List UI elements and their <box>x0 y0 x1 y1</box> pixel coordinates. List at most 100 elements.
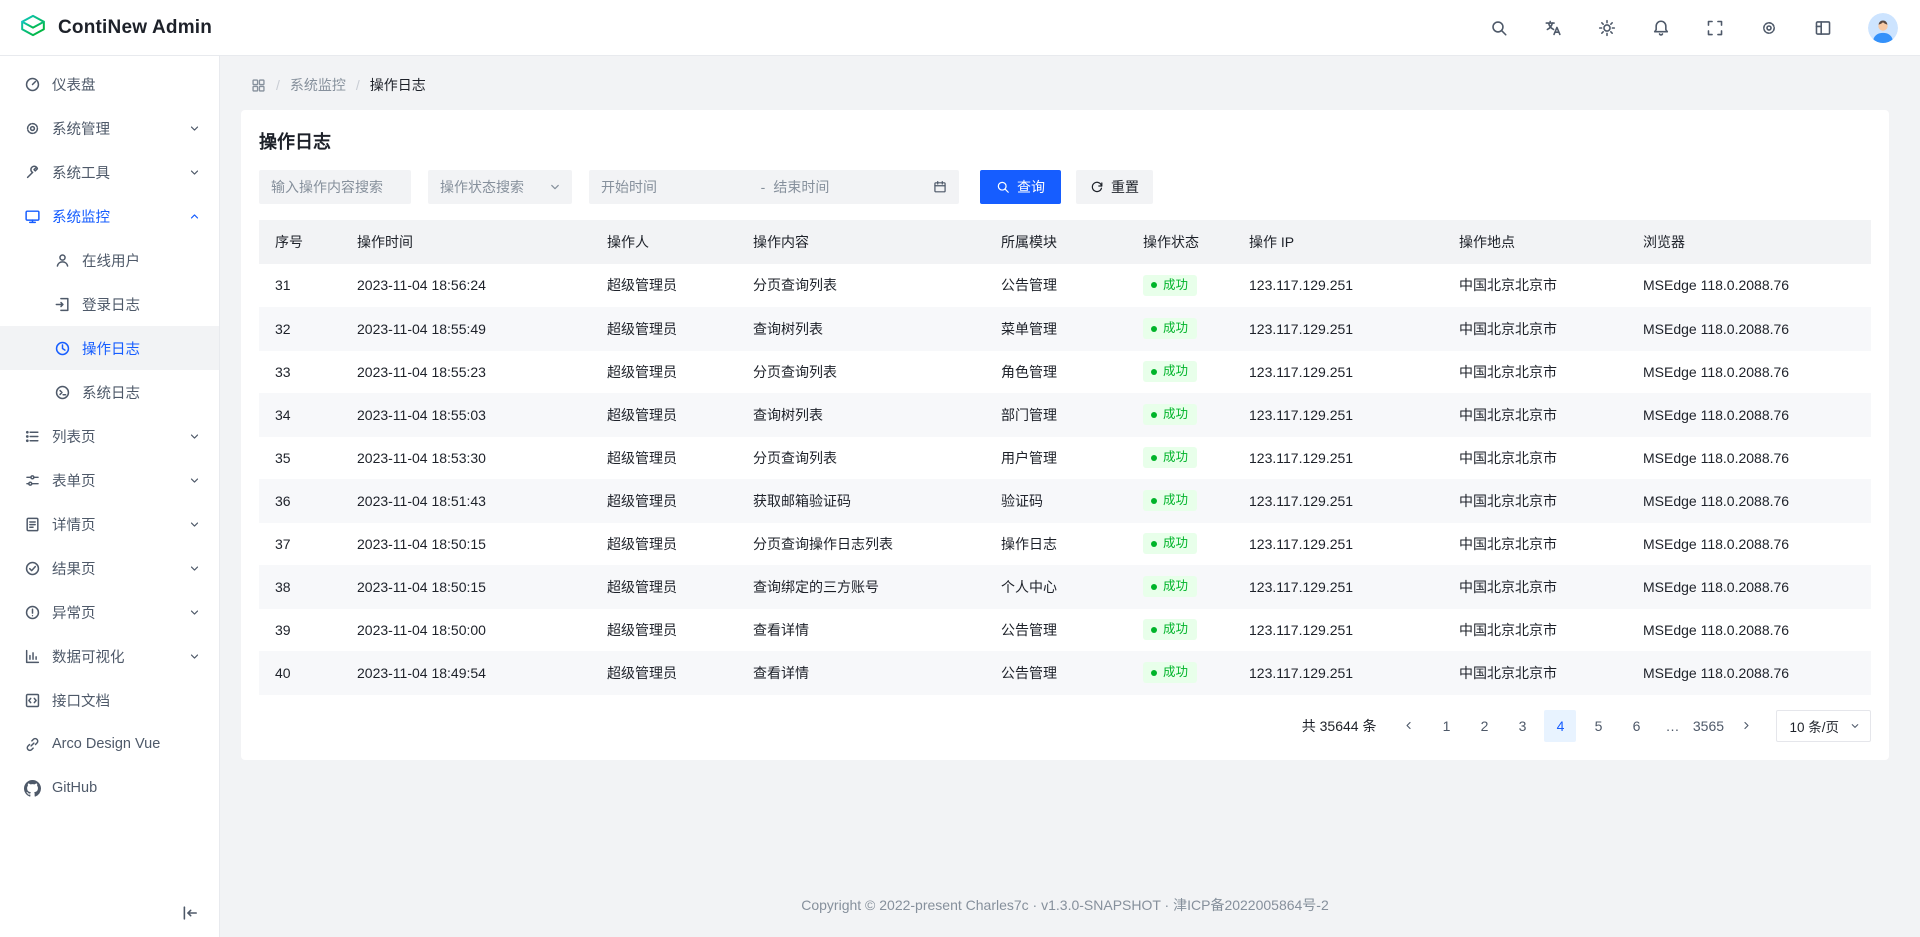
app-title: ContiNew Admin <box>58 17 212 39</box>
table-cell: 2023-11-04 18:55:49 <box>341 307 591 350</box>
chevron-down-icon <box>188 166 201 179</box>
sidebar-item-api-doc[interactable]: 接口文档 <box>0 678 219 722</box>
calendar-icon <box>933 180 947 194</box>
table-cell: 超级管理员 <box>591 436 737 479</box>
status-dot-icon <box>1151 627 1157 633</box>
content-area: 系统监控 操作日志 操作日志 操作状态搜索 开始时间 - 结束时间 <box>220 56 1920 937</box>
table-row: 352023-11-04 18:53:30超级管理员分页查询列表用户管理成功12… <box>259 436 1871 479</box>
apps-grid-icon[interactable] <box>251 78 266 93</box>
sidebar-item-result-page[interactable]: 结果页 <box>0 546 219 590</box>
reset-button-label: 重置 <box>1111 177 1139 197</box>
status-text: 成功 <box>1163 277 1188 294</box>
status-cell: 成功 <box>1127 651 1233 694</box>
sidebar-item-form-page[interactable]: 表单页 <box>0 458 219 502</box>
header-settings-button[interactable] <box>1756 15 1782 41</box>
content-search-input[interactable] <box>259 170 411 204</box>
table-cell: 中国北京北京市 <box>1443 264 1627 307</box>
chevron-left-icon <box>1402 719 1415 732</box>
status-badge: 成功 <box>1143 447 1197 468</box>
page-button-1[interactable]: 1 <box>1430 710 1462 742</box>
status-cell: 成功 <box>1127 350 1233 393</box>
header-fullscreen-button[interactable] <box>1702 15 1728 41</box>
status-badge: 成功 <box>1143 662 1197 683</box>
header-translate-button[interactable] <box>1540 15 1566 41</box>
sidebar-item-online-users[interactable]: 在线用户 <box>0 238 219 282</box>
sidebar-item-system-log[interactable]: 系统日志 <box>0 370 219 414</box>
filter-bar: 操作状态搜索 开始时间 - 结束时间 查询 <box>259 170 1871 204</box>
page-size-select[interactable]: 10 条/页 <box>1776 710 1871 742</box>
link-icon <box>24 736 41 753</box>
sidebar-item-label: 数据可视化 <box>52 646 177 667</box>
status-badge: 成功 <box>1143 404 1197 425</box>
date-separator: - <box>761 179 766 195</box>
page-button-3565[interactable]: 3565 <box>1692 710 1724 742</box>
pagination-next-button[interactable] <box>1730 710 1762 742</box>
table-cell: 操作日志 <box>985 522 1127 565</box>
chevron-down-icon <box>188 650 201 663</box>
app-logo[interactable]: ContiNew Admin <box>18 13 212 43</box>
sidebar-item-label: 详情页 <box>52 514 177 535</box>
avatar[interactable] <box>1868 13 1898 43</box>
breadcrumb-item-current: 操作日志 <box>370 75 426 95</box>
fullscreen-icon <box>1706 19 1724 37</box>
header-theme-button[interactable] <box>1594 15 1620 41</box>
date-range-picker[interactable]: 开始时间 - 结束时间 <box>589 170 959 204</box>
sidebar-item-login-log[interactable]: 登录日志 <box>0 282 219 326</box>
header-layout-button[interactable] <box>1810 15 1836 41</box>
table-cell: 123.117.129.251 <box>1233 393 1443 436</box>
table-header-row: 序号操作时间操作人操作内容所属模块操作状态操作 IP操作地点浏览器 <box>259 220 1871 264</box>
status-dot-icon <box>1151 455 1157 461</box>
table-cell: 超级管理员 <box>591 522 737 565</box>
status-cell: 成功 <box>1127 479 1233 522</box>
logo-icon <box>18 13 48 43</box>
reset-button[interactable]: 重置 <box>1076 170 1153 204</box>
header-search-button[interactable] <box>1486 15 1512 41</box>
sidebar-item-dashboard[interactable]: 仪表盘 <box>0 62 219 106</box>
table-cell: 查看详情 <box>737 608 985 651</box>
sidebar-item-list-page[interactable]: 列表页 <box>0 414 219 458</box>
table-cell: 分页查询列表 <box>737 264 985 307</box>
status-dot-icon <box>1151 412 1157 418</box>
search-button[interactable]: 查询 <box>980 170 1061 204</box>
sidebar-item-label: 在线用户 <box>82 250 201 271</box>
table-cell: 菜单管理 <box>985 307 1127 350</box>
page-button-6[interactable]: 6 <box>1620 710 1652 742</box>
status-text: 成功 <box>1163 449 1188 466</box>
table-cell: 角色管理 <box>985 350 1127 393</box>
page-button-4[interactable]: 4 <box>1544 710 1576 742</box>
status-filter-select[interactable]: 操作状态搜索 <box>428 170 572 204</box>
status-cell: 成功 <box>1127 436 1233 479</box>
sidebar-item-arco-design-vue[interactable]: Arco Design Vue <box>0 722 219 766</box>
form-icon <box>24 472 41 489</box>
sidebar-item-system-management[interactable]: 系统管理 <box>0 106 219 150</box>
start-date-placeholder: 开始时间 <box>601 177 753 197</box>
page-button-3[interactable]: 3 <box>1506 710 1538 742</box>
status-badge: 成功 <box>1143 490 1197 511</box>
status-text: 成功 <box>1163 406 1188 423</box>
table-cell: 查询树列表 <box>737 307 985 350</box>
sidebar-item-system-tools[interactable]: 系统工具 <box>0 150 219 194</box>
page-button-2[interactable]: 2 <box>1468 710 1500 742</box>
status-dot-icon <box>1151 584 1157 590</box>
breadcrumb-item[interactable]: 系统监控 <box>290 75 346 95</box>
result-icon <box>24 560 41 577</box>
table-row: 372023-11-04 18:50:15超级管理员分页查询操作日志列表操作日志… <box>259 522 1871 565</box>
sidebar-item-operation-log[interactable]: 操作日志 <box>0 326 219 370</box>
page-button-5[interactable]: 5 <box>1582 710 1614 742</box>
status-badge: 成功 <box>1143 361 1197 382</box>
table-cell: 38 <box>259 565 341 608</box>
operation-log-icon <box>54 340 71 357</box>
table-cell: 中国北京北京市 <box>1443 651 1627 694</box>
header-notifications-button[interactable] <box>1648 15 1674 41</box>
status-dot-icon <box>1151 498 1157 504</box>
sidebar-item-github[interactable]: GitHub <box>0 766 219 810</box>
sidebar-item-exception-page[interactable]: 异常页 <box>0 590 219 634</box>
pagination-prev-button[interactable] <box>1392 710 1424 742</box>
sidebar-item-detail-page[interactable]: 详情页 <box>0 502 219 546</box>
sidebar-item-data-visualization[interactable]: 数据可视化 <box>0 634 219 678</box>
collapse-sidebar-button[interactable] <box>177 900 203 926</box>
table-cell: 分页查询列表 <box>737 436 985 479</box>
table-cell: 超级管理员 <box>591 565 737 608</box>
sidebar-item-system-monitor[interactable]: 系统监控 <box>0 194 219 238</box>
sidebar-item-label: 结果页 <box>52 558 177 579</box>
